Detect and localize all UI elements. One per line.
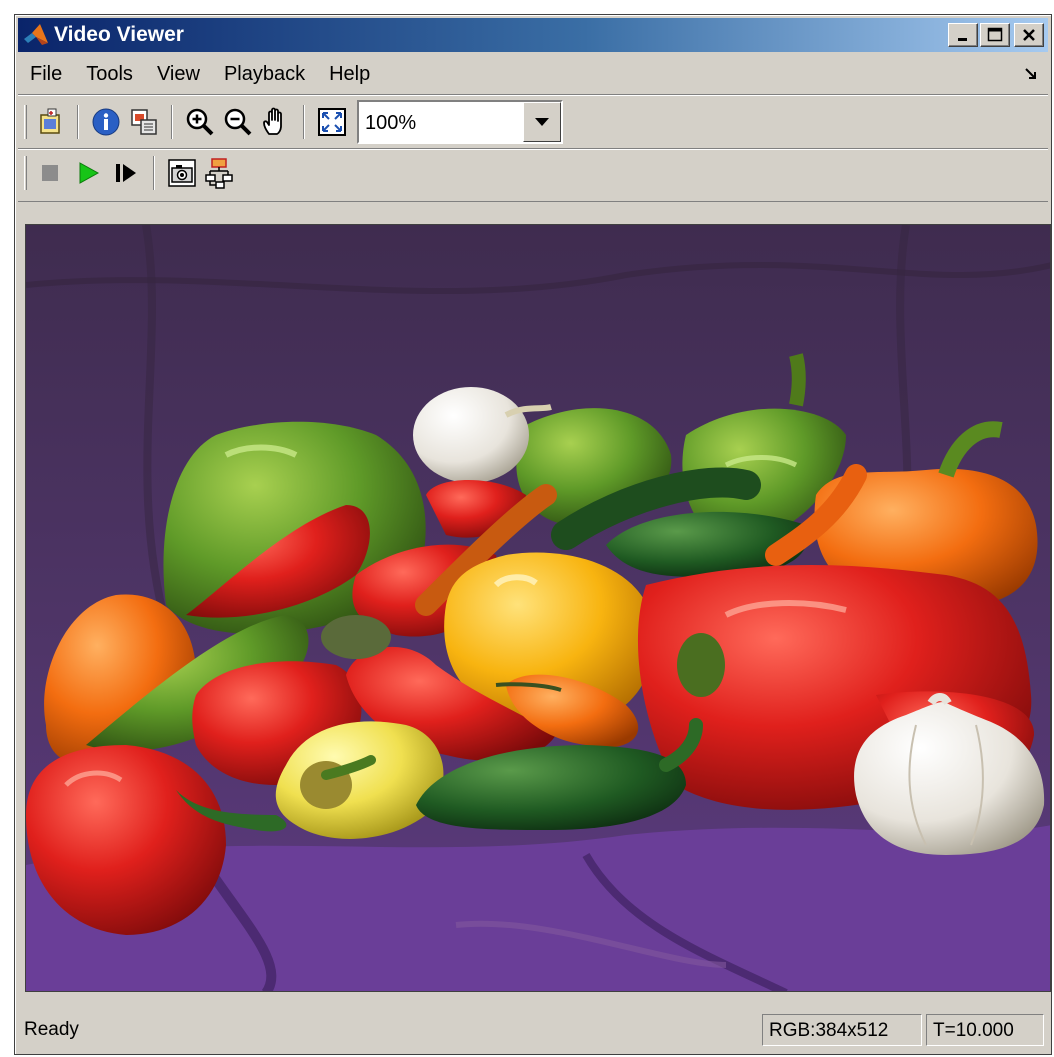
image-size-info: RGB:384x512 [762,1014,922,1046]
snapshot-button[interactable] [163,154,201,192]
window-controls [948,23,1044,47]
toolbar-grip[interactable] [24,105,27,139]
video-frame[interactable] [25,224,1051,992]
zoom-level-select[interactable]: 100% [357,100,563,144]
menu-view[interactable]: View [145,63,212,86]
menu-file[interactable]: File [18,63,74,86]
toolbar-separator [303,105,305,139]
toolbar-separator [77,105,79,139]
close-icon [1023,29,1035,41]
info-button[interactable] [87,103,125,141]
close-button[interactable] [1014,23,1044,47]
zoom-out-button[interactable] [219,103,257,141]
menu-playback[interactable]: Playback [212,63,317,86]
dock-arrow-icon[interactable] [1024,67,1038,81]
maintain-fit-icon [131,109,157,135]
playback-toolbar [18,151,1048,195]
dropdown-arrow-icon [535,118,549,126]
menu-tools[interactable]: Tools [74,63,145,86]
maximize-button[interactable] [980,23,1010,47]
zoom-in-icon [186,108,214,136]
info-icon [92,108,120,136]
zoom-out-icon [224,108,252,136]
new-window-button[interactable] [31,103,69,141]
minimize-button[interactable] [948,23,978,47]
maintain-fit-button[interactable] [125,103,163,141]
play-icon [79,162,100,184]
status-text: Ready [24,1019,79,1040]
highlight-signal-button[interactable] [201,154,239,192]
zoom-dropdown-button[interactable] [523,102,561,142]
main-toolbar: 100% [18,97,1048,147]
zoom-in-button[interactable] [181,103,219,141]
snapshot-camera-icon [168,159,196,187]
peppers-image [26,225,1050,991]
video-viewer-window: Video Viewer File Tools View Playback He… [14,14,1052,1055]
title-bar[interactable]: Video Viewer [18,18,1048,52]
highlight-signal-icon [205,158,233,189]
menu-bar: File Tools View Playback Help [18,55,1048,93]
step-forward-button[interactable] [107,154,145,192]
new-window-icon [40,108,60,134]
pan-button[interactable] [257,103,295,141]
toolbar-separator-line [18,148,1048,150]
toolbar-separator [153,156,155,190]
minimize-icon [958,38,967,41]
maximize-icon [987,27,1003,42]
status-bar: Ready RGB:384x512 T=10.000 [18,1010,1048,1050]
toolbar-separator [171,105,173,139]
play-button[interactable] [69,154,107,192]
fit-to-window-icon [318,108,346,136]
toolbar-grip[interactable] [24,156,27,190]
fit-to-window-button[interactable] [313,103,351,141]
menu-separator [18,94,1048,96]
zoom-level-value: 100% [365,112,417,134]
pan-hand-icon [263,107,282,135]
stop-icon [42,165,58,181]
window-title: Video Viewer [54,23,184,46]
time-info: T=10.000 [926,1014,1044,1046]
matlab-logo-icon [24,24,48,45]
video-display-area [18,201,1051,992]
step-forward-icon [116,164,136,182]
menu-help[interactable]: Help [317,63,382,86]
stop-button[interactable] [31,154,69,192]
